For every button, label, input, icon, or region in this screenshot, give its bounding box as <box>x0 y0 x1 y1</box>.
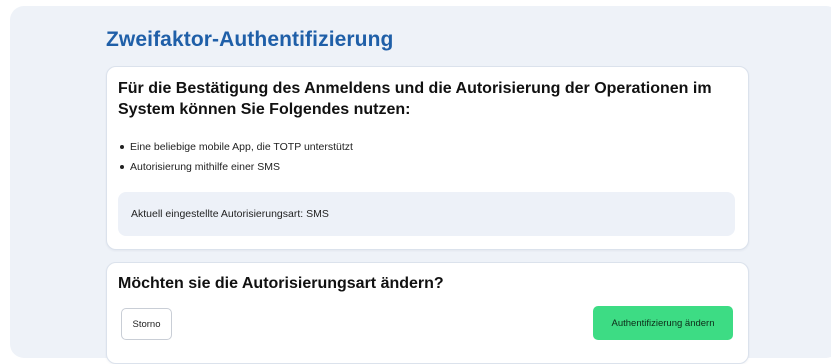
list-item: Autorisierung mithilfe einer SMS <box>118 157 353 177</box>
change-authentication-button[interactable]: Authentifizierung ändern <box>593 306 733 340</box>
info-card: Für die Bestätigung des Anmeldens und di… <box>106 66 749 250</box>
list-item: Eine beliebige mobile App, die TOTP unte… <box>118 137 353 157</box>
cancel-button[interactable]: Storno <box>121 308 172 340</box>
auth-option-list: Eine beliebige mobile App, die TOTP unte… <box>118 137 353 177</box>
change-heading: Möchten sie die Autorisierungsart ändern… <box>118 275 444 292</box>
current-method-text: Aktuell eingestellte Autorisierungsart: … <box>131 208 329 220</box>
change-method-card: Möchten sie die Autorisierungsart ändern… <box>106 262 749 364</box>
info-heading: Für die Bestätigung des Anmeldens und di… <box>118 80 712 118</box>
page-title: Zweifaktor-Authentifizierung <box>106 28 394 51</box>
current-method-box: Aktuell eingestellte Autorisierungsart: … <box>118 192 735 236</box>
